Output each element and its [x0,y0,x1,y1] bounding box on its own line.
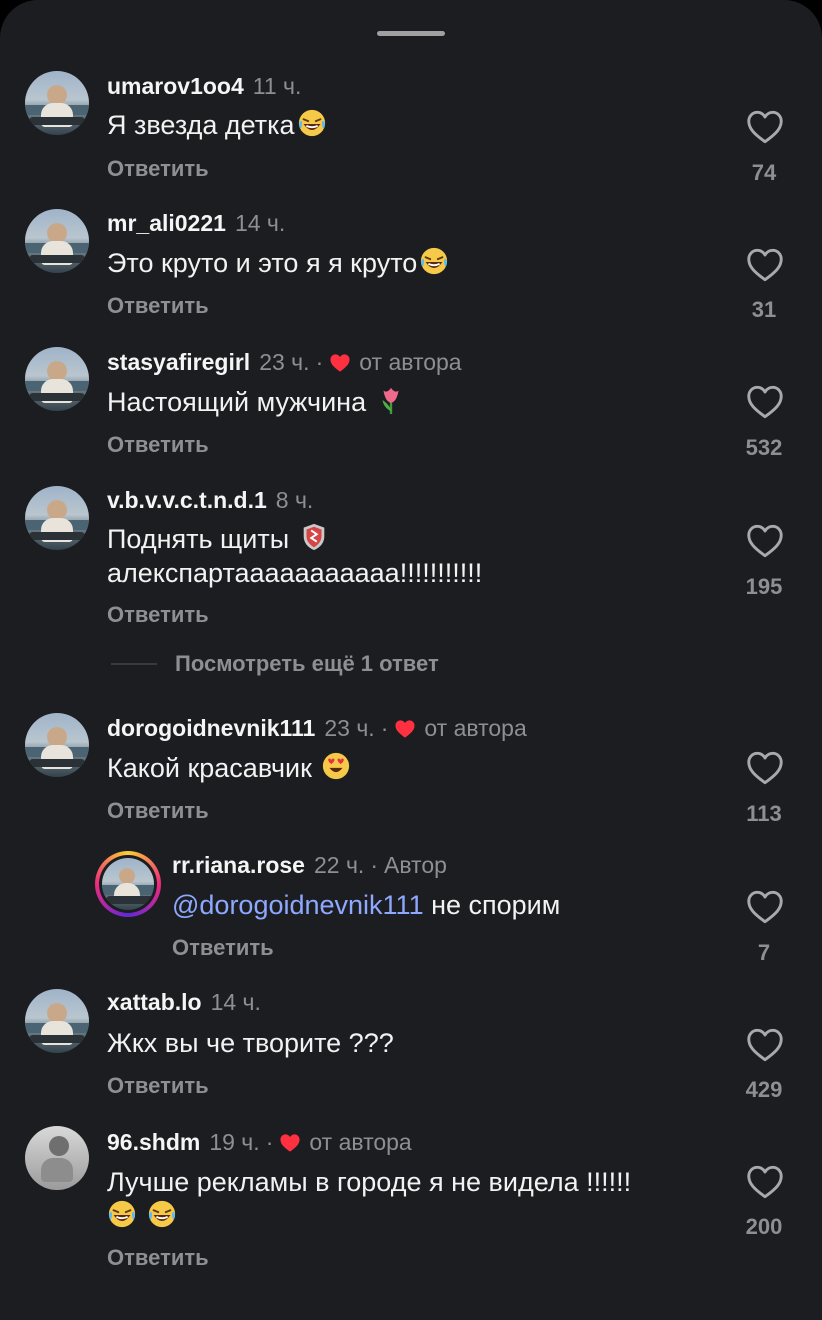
author-like-label: от автора [424,715,527,741]
like-heart-icon[interactable] [746,110,784,144]
comment-text: Я звезда детка [107,108,327,142]
like-count: 532 [745,435,783,460]
avatar[interactable] [25,989,89,1053]
reply-button[interactable]: Ответить [107,432,209,458]
comment-meta: 96.shdm 19 ч. · от автора [107,1129,412,1156]
divider [111,663,157,665]
reply-button[interactable]: Ответить [107,1073,209,1099]
author-like-label: от автора [309,1129,412,1155]
comment-meta: rr.riana.rose 22 ч. · Автор [172,852,447,879]
username[interactable]: mr_ali0221 [107,210,226,237]
comment-meta: stasyafiregirl 23 ч. · от автора [107,349,462,376]
timestamp: 23 ч. [324,715,375,741]
author-like-heart-icon [329,353,351,373]
shield-emoji-icon [299,522,329,552]
author-like-label: от автора [359,349,462,375]
username[interactable]: v.b.v.v.c.t.n.d.1 [107,487,267,514]
laugh-emoji-icon [147,1199,177,1229]
like-heart-icon[interactable] [746,248,784,282]
timestamp: 8 ч. [275,487,314,513]
like-heart-icon[interactable] [746,385,784,419]
comment-text: Поднять щиты алекспартааааааааааа!!!!!!!… [107,522,483,588]
username[interactable]: stasyafiregirl [107,349,250,376]
comment-meta: dorogoidnevnik111 23 ч. · от автора [107,715,527,742]
like-heart-icon[interactable] [746,524,784,558]
separator-dot: · [315,349,324,375]
like-count: 429 [745,1077,783,1102]
like-count: 113 [746,801,782,826]
avatar[interactable] [25,71,89,135]
like-count: 74 [751,160,777,185]
tulip-emoji-icon [376,385,406,415]
username[interactable]: xattab.lo [107,989,202,1016]
like-heart-icon[interactable] [746,1165,784,1199]
timestamp: 19 ч. [209,1129,260,1155]
separator-dot: · [380,715,389,741]
timestamp: 14 ч. [234,210,286,236]
like-count: 7 [757,940,771,965]
timestamp: 23 ч. [259,349,310,375]
timestamp: 14 ч. [210,989,261,1015]
avatar[interactable] [25,1126,89,1190]
like-heart-icon[interactable] [746,751,784,785]
comment-text: Это круто и это я я круто [107,246,449,280]
author-like-heart-icon [279,1133,301,1153]
view-more-label: Посмотреть ещё 1 ответ [175,651,439,676]
view-more-replies-button[interactable]: Посмотреть ещё 1 ответ [111,651,439,677]
laugh-emoji-icon [297,108,327,138]
separator-dot: · [265,1129,274,1155]
like-count: 31 [751,297,777,322]
laugh-emoji-icon [419,246,449,276]
comment-text: Жкх вы че творите ??? [107,1028,394,1058]
avatar[interactable] [25,347,89,411]
like-heart-icon[interactable] [746,1028,784,1062]
comment-text: Лучше рекламы в городе я не видела !!!!!… [107,1165,631,1233]
timestamp: 22 ч. [313,852,365,878]
comment-meta: xattab.lo 14 ч. [107,989,261,1016]
reply-button[interactable]: Ответить [107,602,209,628]
comment-text: Настоящий мужчина [107,385,406,419]
timestamp: 11 ч. [252,73,302,99]
reply-button[interactable]: Ответить [172,935,274,961]
username[interactable]: 96.shdm [107,1129,200,1156]
author-tag: Автор [384,852,447,878]
laugh-emoji-icon [107,1199,137,1229]
reply-button[interactable]: Ответить [107,156,209,182]
comment-meta: umarov1oo4 11 ч. [107,73,301,100]
username[interactable]: umarov1oo4 [107,73,244,100]
reply-button[interactable]: Ответить [107,798,209,824]
like-count: 200 [745,1214,783,1239]
comment-meta: mr_ali0221 14 ч. [107,210,285,237]
separator-dot: · [370,852,378,878]
reply-button[interactable]: Ответить [107,1245,209,1271]
heart-eyes-emoji-icon [321,751,351,781]
comments-sheet: umarov1oo4 11 ч. Я звезда детка Ответить … [0,0,822,1320]
like-count: 195 [745,574,783,599]
like-heart-icon[interactable] [746,890,784,924]
author-avatar-story-ring[interactable] [95,851,161,917]
username[interactable]: dorogoidnevnik111 [107,715,315,742]
comment-text: Какой красавчик [107,751,351,785]
username[interactable]: rr.riana.rose [172,852,305,879]
reply-button[interactable]: Ответить [107,293,209,319]
author-like-heart-icon [394,719,416,739]
drag-handle[interactable] [377,31,445,36]
mention-link[interactable]: @dorogoidnevnik111 [172,890,424,920]
avatar[interactable] [25,209,89,273]
comment-text: @dorogoidnevnik111 не спорим [172,890,561,920]
avatar[interactable] [25,486,89,550]
avatar[interactable] [25,713,89,777]
comment-meta: v.b.v.v.c.t.n.d.1 8 ч. [107,487,313,514]
